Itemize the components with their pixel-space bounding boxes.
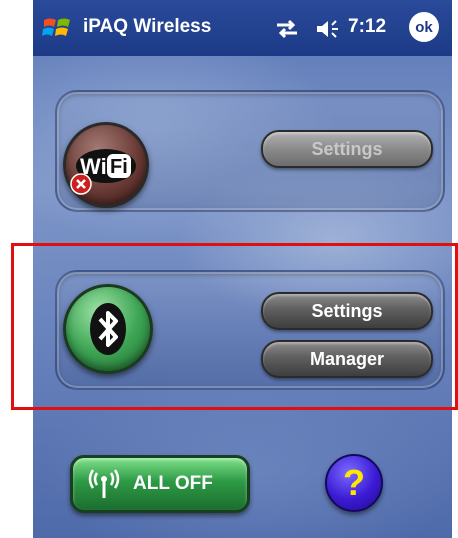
wifi-text-fi: Fi [110,156,128,178]
help-button[interactable]: ? [325,454,383,512]
disabled-x-icon [70,173,92,195]
speaker-icon[interactable] [315,17,343,41]
sync-arrows-icon[interactable] [273,18,301,40]
ok-button[interactable]: ok [409,12,439,42]
antenna-icon [88,469,120,498]
windows-flag-icon[interactable] [41,12,73,44]
highlight-box [11,243,458,410]
wifi-icon[interactable]: Wi Fi [63,122,149,208]
all-off-button[interactable]: ALL OFF [70,455,250,513]
all-off-label: ALL OFF [133,473,213,494]
title-bar: iPAQ Wireless 7:12 ok [33,0,452,56]
clock[interactable]: 7:12 [348,16,386,38]
app-title: iPAQ Wireless [83,16,212,37]
wifi-settings-button[interactable]: Settings [261,130,433,168]
